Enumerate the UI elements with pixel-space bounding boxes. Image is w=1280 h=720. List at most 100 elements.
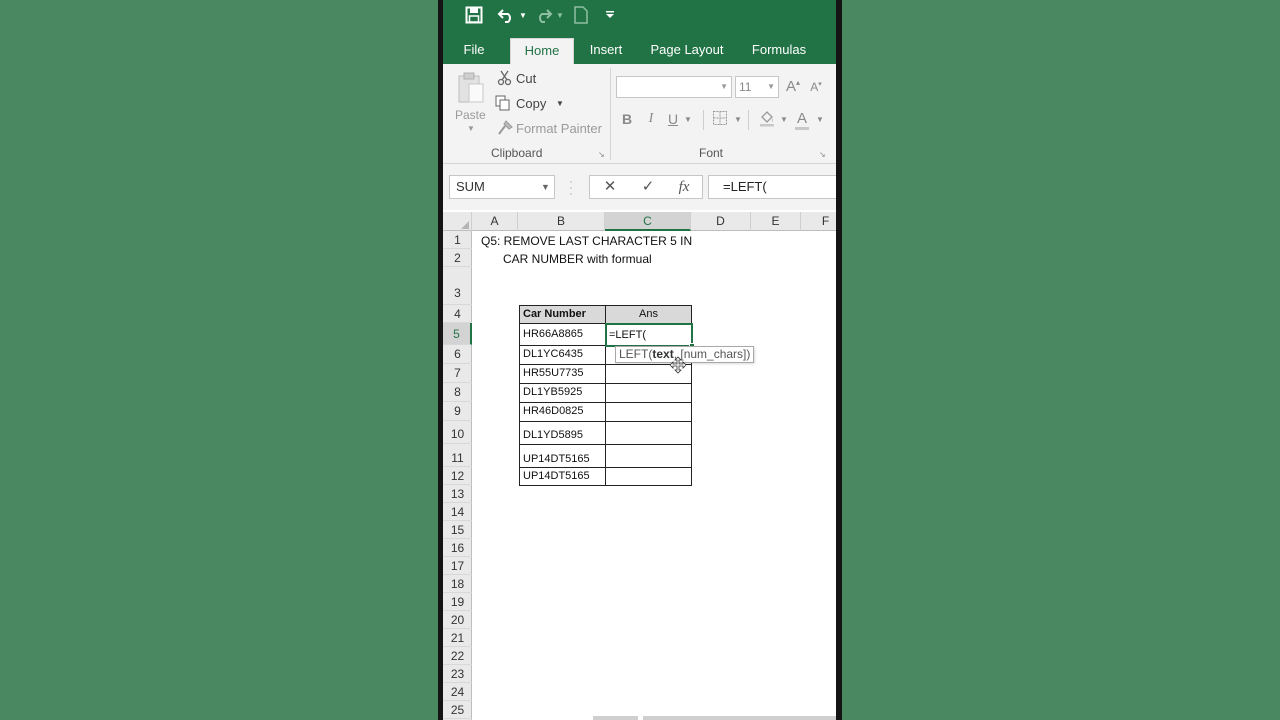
cut-button[interactable]: Cut (495, 68, 555, 90)
tab-formulas[interactable]: Formulas (743, 34, 815, 64)
copy-dropdown-icon[interactable]: ▼ (556, 99, 564, 108)
table-cell-ans[interactable] (605, 402, 692, 422)
italic-button[interactable]: I (644, 111, 658, 127)
font-color-dropdown-icon[interactable]: ▼ (815, 115, 825, 124)
cancel-icon[interactable]: ✕ (598, 176, 622, 198)
select-all-button[interactable] (443, 212, 472, 231)
undo-dropdown-icon[interactable]: ▼ (519, 11, 527, 20)
column-header-a[interactable]: A (472, 212, 518, 231)
borders-icon[interactable] (711, 110, 729, 129)
column-header-e[interactable]: E (751, 212, 801, 231)
row-header[interactable]: 7 (443, 364, 472, 383)
font-size-input[interactable]: 11 ▼ (735, 76, 779, 98)
column-header-f[interactable]: F (801, 212, 836, 231)
row-header[interactable]: 15 (443, 521, 472, 539)
table-cell-car-number[interactable]: HR66A8865 (519, 323, 606, 346)
question-title-line2[interactable]: CAR NUMBER with formual (503, 252, 652, 266)
horizontal-scrollbar[interactable] (643, 716, 836, 720)
row-header[interactable]: 22 (443, 647, 472, 665)
underline-button[interactable]: U (666, 111, 680, 127)
row-header[interactable]: 14 (443, 503, 472, 521)
row-header[interactable]: 11 (443, 444, 472, 467)
fill-color-dropdown-icon[interactable]: ▼ (779, 115, 789, 124)
table-cell-ans[interactable] (605, 444, 692, 468)
fill-color-icon[interactable] (757, 109, 777, 130)
clipboard-launcher-icon[interactable]: ↘ (598, 150, 605, 159)
row-header[interactable]: 4 (443, 305, 472, 323)
table-header-ans[interactable]: Ans (605, 305, 692, 324)
column-header-d[interactable]: D (691, 212, 751, 231)
copy-icon (495, 95, 511, 116)
row-header[interactable]: 21 (443, 629, 472, 647)
row-header[interactable]: 2 (443, 249, 472, 267)
enter-icon[interactable]: ✓ (636, 176, 660, 198)
tab-file[interactable]: File (453, 34, 495, 64)
table-cell-car-number[interactable]: DL1YD5895 (519, 421, 606, 445)
customize-icon[interactable] (603, 6, 617, 28)
insert-function-icon[interactable]: fx (672, 176, 696, 198)
undo-icon[interactable] (495, 6, 517, 28)
table-cell-ans[interactable] (605, 383, 692, 403)
row-header[interactable]: 20 (443, 611, 472, 629)
redo-dropdown-icon[interactable]: ▼ (556, 11, 564, 20)
font-name-dropdown-icon[interactable]: ▼ (720, 82, 728, 91)
scissors-icon (497, 70, 513, 91)
table-cell-ans[interactable] (605, 467, 692, 486)
question-title-line1[interactable]: Q5: REMOVE LAST CHARACTER 5 IN (481, 234, 692, 248)
tab-page-layout[interactable]: Page Layout (643, 34, 731, 64)
table-cell-ans[interactable] (605, 421, 692, 445)
table-cell-car-number[interactable]: HR55U7735 (519, 364, 606, 384)
format-painter-button[interactable]: Format Painter (495, 118, 605, 140)
tab-home[interactable]: Home (510, 38, 574, 64)
worksheet-grid[interactable]: A B C D E F 1 2 3 4 5 6 7 8 9 10 11 12 1… (443, 210, 836, 720)
new-file-icon[interactable] (571, 6, 591, 28)
column-headers: A B C D E F (443, 212, 836, 231)
redo-icon[interactable] (533, 6, 555, 28)
row-header[interactable]: 13 (443, 485, 472, 503)
paste-button[interactable]: Paste ▼ (451, 70, 487, 140)
formula-bar-grip-icon[interactable]: · · · (569, 175, 573, 199)
row-header[interactable]: 10 (443, 421, 472, 444)
row-header[interactable]: 6 (443, 345, 472, 364)
row-header[interactable]: 18 (443, 575, 472, 593)
table-header-car-number[interactable]: Car Number (519, 305, 606, 324)
row-header[interactable]: 24 (443, 683, 472, 701)
column-header-c[interactable]: C (605, 212, 691, 231)
background-left (0, 0, 442, 720)
table-cell-car-number[interactable]: DL1YC6435 (519, 345, 606, 365)
column-header-b[interactable]: B (518, 212, 605, 231)
ribbon-tabs: File Home Insert Page Layout Formulas (443, 34, 836, 64)
table-cell-car-number[interactable]: DL1YB5925 (519, 383, 606, 403)
name-box[interactable]: SUM (449, 175, 555, 199)
borders-dropdown-icon[interactable]: ▼ (733, 115, 743, 124)
row-header[interactable]: 19 (443, 593, 472, 611)
row-header[interactable]: 1 (443, 231, 472, 249)
row-header[interactable]: 25 (443, 701, 472, 719)
font-color-icon[interactable]: A (795, 110, 809, 130)
copy-button[interactable]: Copy ▼ (495, 93, 567, 115)
bold-button[interactable]: B (620, 111, 634, 127)
shrink-font-icon[interactable]: A▾ (809, 80, 823, 94)
save-icon[interactable] (463, 6, 485, 28)
sheet-tab-scroll[interactable] (593, 716, 638, 720)
active-cell[interactable]: =LEFT( (605, 323, 693, 347)
row-header[interactable]: 17 (443, 557, 472, 575)
font-launcher-icon[interactable]: ↘ (819, 150, 826, 159)
row-header[interactable]: 16 (443, 539, 472, 557)
formula-input[interactable]: =LEFT( (708, 175, 836, 199)
font-size-dropdown-icon[interactable]: ▼ (767, 82, 775, 91)
row-header[interactable]: 23 (443, 665, 472, 683)
grow-font-icon[interactable]: A▴ (785, 78, 801, 95)
table-cell-car-number[interactable]: UP14DT5165 (519, 467, 606, 486)
row-header[interactable]: 5 (443, 323, 472, 345)
table-cell-car-number[interactable]: HR46D0825 (519, 402, 606, 422)
row-header[interactable]: 9 (443, 402, 472, 421)
name-box-dropdown-icon[interactable]: ▼ (541, 182, 550, 192)
row-header[interactable]: 8 (443, 383, 472, 402)
row-header[interactable]: 12 (443, 467, 472, 485)
table-cell-car-number[interactable]: UP14DT5165 (519, 444, 606, 468)
underline-dropdown-icon[interactable]: ▼ (683, 115, 693, 124)
row-header[interactable]: 3 (443, 267, 472, 305)
font-name-input[interactable]: ▼ (616, 76, 732, 98)
tab-insert[interactable]: Insert (581, 34, 631, 64)
